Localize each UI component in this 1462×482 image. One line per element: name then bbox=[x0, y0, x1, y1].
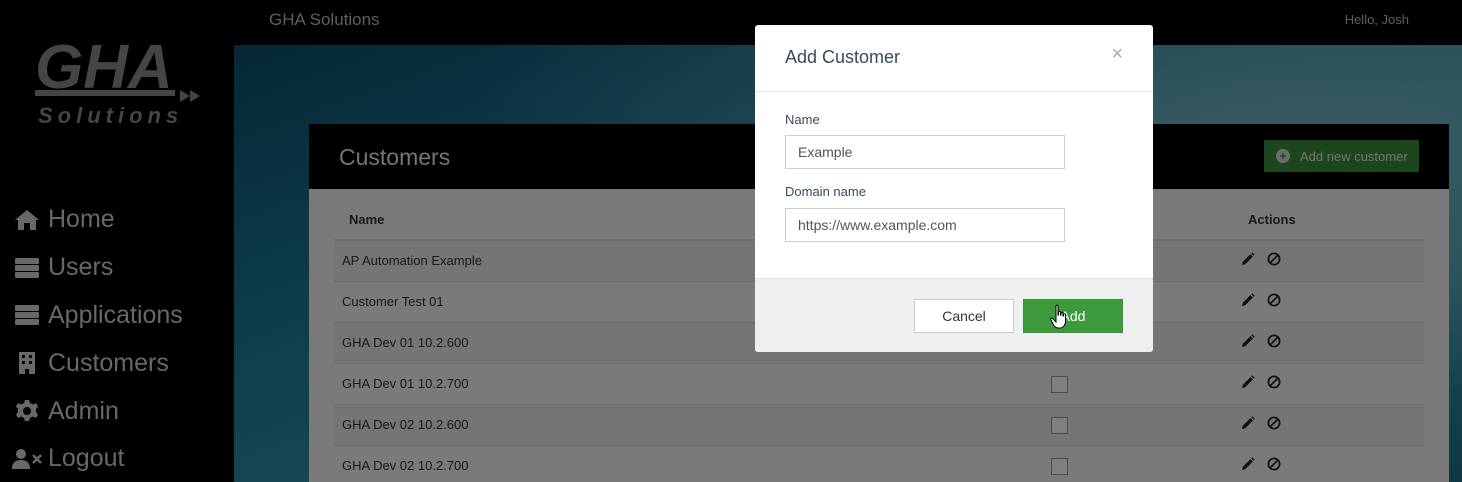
modal-backdrop[interactable] bbox=[0, 0, 1462, 482]
dialog-body: Name Domain name bbox=[755, 92, 1153, 278]
close-icon[interactable]: × bbox=[1111, 43, 1123, 66]
add-button[interactable]: Add bbox=[1023, 299, 1123, 333]
dialog-header: Add Customer × bbox=[755, 25, 1153, 92]
cancel-button[interactable]: Cancel bbox=[914, 299, 1014, 333]
name-input[interactable] bbox=[785, 135, 1065, 169]
dialog-title: Add Customer bbox=[785, 47, 901, 67]
add-customer-dialog: Add Customer × Name Domain name Cancel A… bbox=[755, 25, 1153, 352]
hand-cursor-icon bbox=[1050, 304, 1066, 329]
domain-name-label: Domain name bbox=[785, 184, 866, 199]
name-label: Name bbox=[785, 112, 820, 127]
dialog-footer: Cancel Add bbox=[755, 278, 1153, 352]
domain-name-input[interactable] bbox=[785, 208, 1065, 242]
